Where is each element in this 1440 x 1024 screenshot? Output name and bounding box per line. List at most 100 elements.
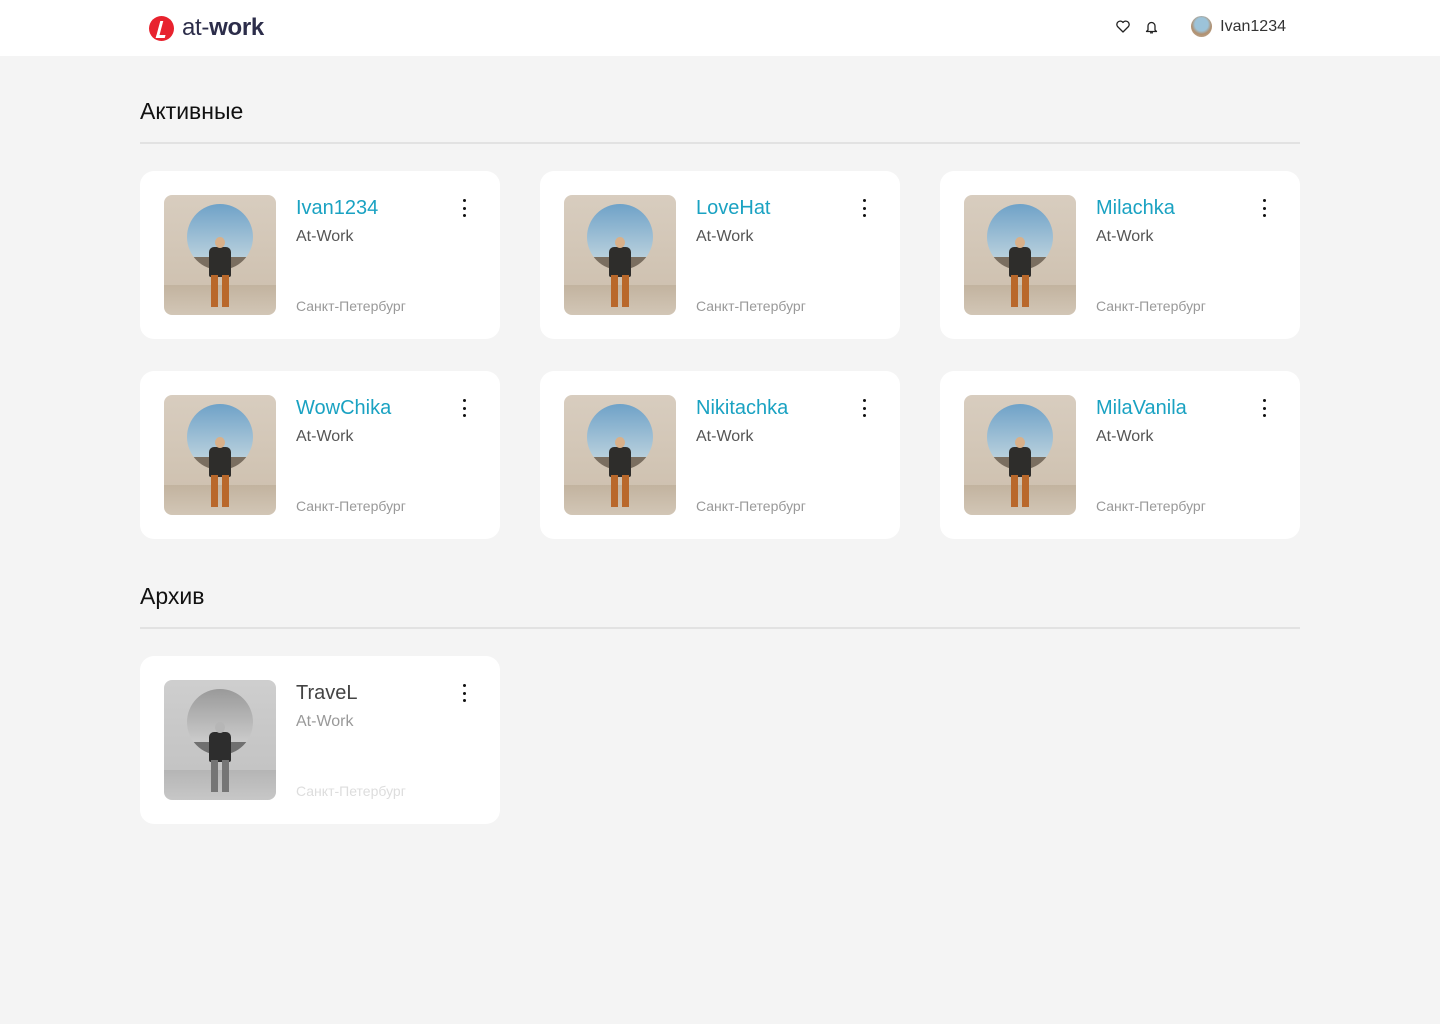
menu-dot <box>462 399 466 402</box>
profile-card[interactable]: Nikitachka At-Work Санкт-Петербург <box>540 371 900 539</box>
photo-head <box>1015 437 1025 448</box>
menu-dot <box>1262 214 1266 217</box>
user-name[interactable]: Ivan1234 <box>1220 18 1286 36</box>
more-vertical-icon[interactable] <box>1258 199 1270 217</box>
profile-photo <box>164 395 276 515</box>
photo-head <box>615 237 625 248</box>
profile-photo <box>164 195 276 315</box>
more-vertical-icon[interactable] <box>858 399 870 417</box>
photo-legs <box>611 275 629 307</box>
photo-body <box>1009 247 1031 277</box>
profile-photo <box>964 195 1076 315</box>
profile-name[interactable]: LoveHat <box>696 197 771 220</box>
archive-section-title: Архив <box>140 583 1300 629</box>
profile-card[interactable]: WowChika At-Work Санкт-Петербург <box>140 371 500 539</box>
active-grid: Ivan1234 At-Work Санкт-Петербург LoveHat At-… <box>140 171 1300 539</box>
archive-section: Архив TraveL At-Work Санкт-Петербург <box>140 583 1300 824</box>
menu-dot <box>862 399 866 402</box>
photo-body <box>1009 447 1031 477</box>
more-vertical-icon[interactable] <box>858 199 870 217</box>
profile-city: Санкт-Петербург <box>296 498 406 514</box>
profile-city: Санкт-Петербург <box>296 298 406 314</box>
menu-dot <box>462 691 466 695</box>
menu-dot <box>1262 399 1266 402</box>
profile-company: At-Work <box>696 228 754 245</box>
menu-dot <box>862 414 866 417</box>
profile-city: Санкт-Петербург <box>1096 498 1206 514</box>
photo-legs <box>211 275 229 307</box>
menu-dot <box>1262 414 1266 417</box>
active-section-title: Активные <box>140 98 1300 144</box>
profile-company: At-Work <box>696 428 754 445</box>
top-header: at-work Ivan1234 <box>0 0 1440 56</box>
menu-dot <box>462 199 466 202</box>
profile-card[interactable]: TraveL At-Work Санкт-Петербург <box>140 656 500 824</box>
profile-company: At-Work <box>296 713 354 730</box>
profile-company: At-Work <box>1096 428 1154 445</box>
profile-name[interactable]: Milachka <box>1096 197 1175 220</box>
menu-dot <box>1262 406 1266 410</box>
logo-text-light: at- <box>182 14 210 41</box>
profile-name[interactable]: WowChika <box>296 397 391 420</box>
photo-body <box>609 447 631 477</box>
photo-head <box>615 437 625 448</box>
bell-icon[interactable] <box>1143 19 1159 35</box>
profile-company: At-Work <box>296 228 354 245</box>
profile-card[interactable]: MilaVanila At-Work Санкт-Петербург <box>940 371 1300 539</box>
profile-card[interactable]: LoveHat At-Work Санкт-Петербург <box>540 171 900 339</box>
menu-dot <box>462 684 466 687</box>
profile-photo <box>564 395 676 515</box>
photo-legs <box>1011 275 1029 307</box>
profile-card[interactable]: Ivan1234 At-Work Санкт-Петербург <box>140 171 500 339</box>
profile-card[interactable]: Milachka At-Work Санкт-Петербург <box>940 171 1300 339</box>
logo-text: at-work <box>182 14 264 42</box>
photo-body <box>209 447 231 477</box>
menu-dot <box>862 199 866 202</box>
photo-body <box>209 732 231 762</box>
more-vertical-icon[interactable] <box>458 399 470 417</box>
profile-name[interactable]: Nikitachka <box>696 397 788 420</box>
menu-dot <box>462 406 466 410</box>
photo-legs <box>211 760 229 792</box>
photo-legs <box>211 475 229 507</box>
more-vertical-icon[interactable] <box>1258 399 1270 417</box>
more-vertical-icon[interactable] <box>458 684 470 702</box>
profile-name[interactable]: Ivan1234 <box>296 197 378 220</box>
profile-company: At-Work <box>296 428 354 445</box>
logo[interactable]: at-work <box>149 14 264 42</box>
menu-dot <box>862 206 866 210</box>
menu-dot <box>462 214 466 217</box>
profile-photo <box>964 395 1076 515</box>
heart-icon[interactable] <box>1115 19 1131 35</box>
photo-body <box>609 247 631 277</box>
profile-photo <box>564 195 676 315</box>
active-section: Активные Ivan1234 At-Work Санкт-Петербург L… <box>140 98 1300 539</box>
menu-dot <box>1262 206 1266 210</box>
menu-dot <box>462 699 466 702</box>
profile-city: Санкт-Петербург <box>1096 298 1206 314</box>
profile-city: Санкт-Петербург <box>696 298 806 314</box>
profile-city: Санкт-Петербург <box>696 498 806 514</box>
photo-head <box>215 237 225 248</box>
photo-legs <box>1011 475 1029 507</box>
profile-city: Санкт-Петербург <box>296 783 406 799</box>
menu-dot <box>862 406 866 410</box>
photo-head <box>1015 237 1025 248</box>
profile-name[interactable]: MilaVanila <box>1096 397 1187 420</box>
photo-legs <box>611 475 629 507</box>
menu-dot <box>462 206 466 210</box>
menu-dot <box>1262 199 1266 202</box>
more-vertical-icon[interactable] <box>458 199 470 217</box>
menu-dot <box>862 214 866 217</box>
photo-head <box>215 722 225 733</box>
logo-text-bold: work <box>209 14 264 41</box>
user-avatar[interactable] <box>1191 16 1213 37</box>
archive-grid: TraveL At-Work Санкт-Петербург <box>140 656 1300 824</box>
profile-company: At-Work <box>1096 228 1154 245</box>
photo-head <box>215 437 225 448</box>
profile-name[interactable]: TraveL <box>296 682 358 705</box>
photo-body <box>209 247 231 277</box>
profile-photo <box>164 680 276 800</box>
menu-dot <box>462 414 466 417</box>
logo-icon <box>149 15 174 41</box>
